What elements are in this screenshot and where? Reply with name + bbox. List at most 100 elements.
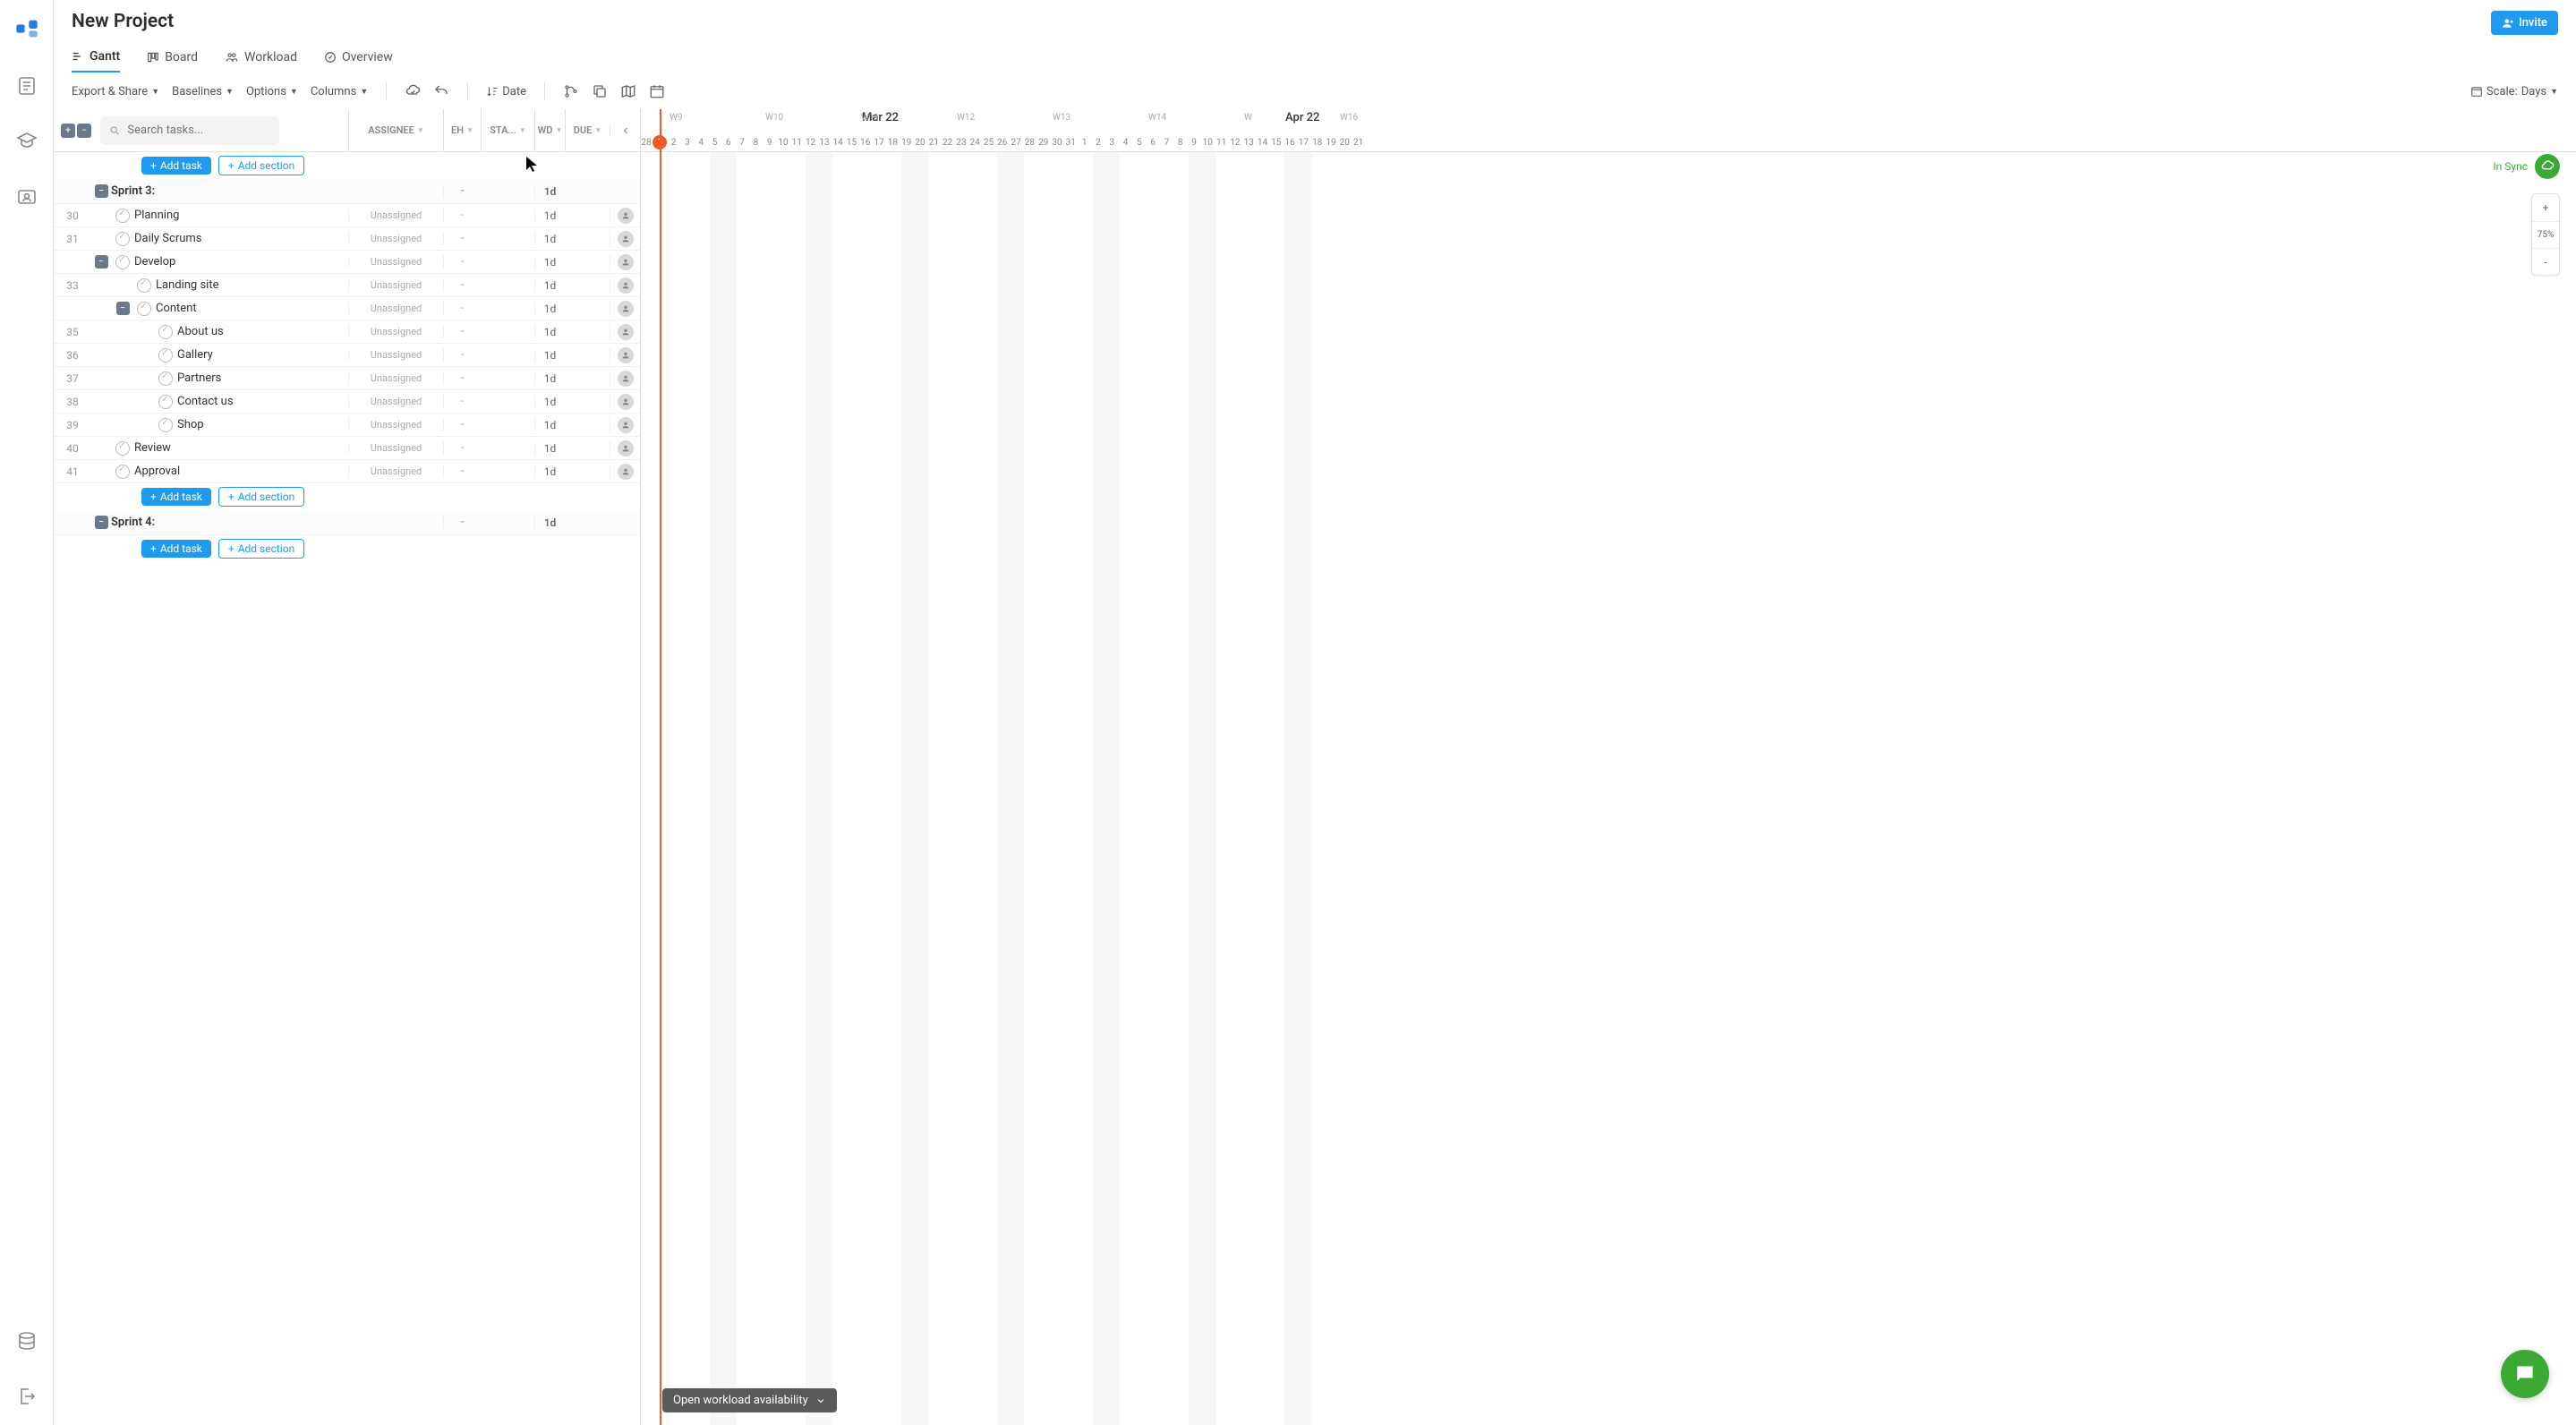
task-name[interactable]: Planning bbox=[134, 209, 348, 222]
search-input[interactable] bbox=[127, 124, 270, 137]
add-section-button[interactable]: +Add section bbox=[218, 156, 304, 175]
cloud-sync-icon[interactable] bbox=[405, 83, 421, 99]
task-check-icon[interactable] bbox=[115, 441, 130, 456]
task-row[interactable]: 39ShopUnassigned-1d bbox=[54, 414, 640, 437]
copy-icon[interactable] bbox=[592, 83, 608, 99]
logout-icon[interactable] bbox=[16, 1386, 38, 1407]
scale-selector[interactable]: Scale: Days ▼ bbox=[2470, 85, 2558, 98]
task-name[interactable]: Daily Scrums bbox=[134, 232, 348, 245]
task-check-icon[interactable] bbox=[115, 255, 130, 269]
task-assignee[interactable]: Unassigned bbox=[348, 372, 443, 384]
date-sort-button[interactable]: Date bbox=[486, 85, 526, 98]
avatar-icon[interactable] bbox=[618, 417, 634, 433]
branch-icon[interactable] bbox=[563, 83, 579, 99]
task-check-icon[interactable] bbox=[158, 348, 173, 363]
col-header-status[interactable]: STA...▼ bbox=[481, 109, 534, 151]
tab-gantt[interactable]: Gantt bbox=[72, 42, 120, 73]
task-row[interactable]: 35About usUnassigned-1d bbox=[54, 320, 640, 344]
task-assignee[interactable]: Unassigned bbox=[348, 209, 443, 221]
columns-button[interactable]: Columns▼ bbox=[311, 85, 368, 98]
zoom-out-button[interactable]: - bbox=[2532, 248, 2559, 275]
avatar-icon[interactable] bbox=[618, 277, 634, 294]
task-check-icon[interactable] bbox=[137, 302, 151, 316]
options-button[interactable]: Options▼ bbox=[246, 85, 298, 98]
expand-all-button[interactable]: + bbox=[61, 124, 75, 138]
add-section-button[interactable]: +Add section bbox=[218, 487, 304, 507]
task-assignee[interactable]: Unassigned bbox=[348, 442, 443, 454]
section-row[interactable]: − Sprint 4: - 1d bbox=[54, 510, 640, 535]
task-assignee[interactable]: Unassigned bbox=[348, 419, 443, 431]
task-assignee[interactable]: Unassigned bbox=[348, 465, 443, 477]
task-check-icon[interactable] bbox=[158, 371, 173, 386]
add-section-button[interactable]: +Add section bbox=[218, 539, 304, 559]
avatar-icon[interactable] bbox=[618, 464, 634, 480]
collapse-toggle[interactable]: − bbox=[95, 255, 108, 269]
task-check-icon[interactable] bbox=[115, 209, 130, 223]
avatar-icon[interactable] bbox=[618, 394, 634, 410]
task-row[interactable]: 33Landing siteUnassigned-1d bbox=[54, 274, 640, 297]
collapse-all-button[interactable]: − bbox=[77, 124, 91, 138]
map-icon[interactable] bbox=[620, 83, 636, 99]
tab-board[interactable]: Board bbox=[147, 42, 198, 73]
sync-icon[interactable] bbox=[2535, 154, 2560, 179]
collapse-toggle[interactable]: − bbox=[95, 184, 108, 198]
task-name[interactable]: Partners bbox=[177, 371, 348, 385]
task-row[interactable]: 36GalleryUnassigned-1d bbox=[54, 344, 640, 367]
task-row[interactable]: 40ReviewUnassigned-1d bbox=[54, 437, 640, 460]
logo-icon[interactable] bbox=[14, 16, 39, 41]
scroll-left-button[interactable] bbox=[610, 125, 640, 136]
task-row[interactable]: −ContentUnassigned-1d bbox=[54, 297, 640, 320]
search-box[interactable] bbox=[100, 116, 279, 145]
tab-overview[interactable]: Overview bbox=[324, 42, 393, 73]
avatar-icon[interactable] bbox=[618, 301, 634, 317]
tab-workload[interactable]: Workload bbox=[225, 42, 297, 73]
section-row[interactable]: − Sprint 3: - 1d bbox=[54, 179, 640, 204]
task-assignee[interactable]: Unassigned bbox=[348, 279, 443, 291]
collapse-toggle[interactable]: − bbox=[116, 302, 130, 315]
task-assignee[interactable]: Unassigned bbox=[348, 326, 443, 337]
add-task-button[interactable]: +Add task bbox=[141, 157, 211, 175]
avatar-icon[interactable] bbox=[618, 324, 634, 340]
invite-button[interactable]: Invite bbox=[2491, 11, 2558, 35]
chat-fab[interactable] bbox=[2501, 1350, 2549, 1398]
add-task-button[interactable]: +Add task bbox=[141, 540, 211, 558]
projects-icon[interactable] bbox=[16, 75, 38, 97]
calendar-icon[interactable] bbox=[649, 83, 665, 99]
task-check-icon[interactable] bbox=[115, 465, 130, 479]
task-name[interactable]: Gallery bbox=[177, 348, 348, 362]
task-assignee[interactable]: Unassigned bbox=[348, 349, 443, 361]
learn-icon[interactable] bbox=[16, 131, 38, 152]
task-name[interactable]: Review bbox=[134, 441, 348, 455]
task-row[interactable]: 37PartnersUnassigned-1d bbox=[54, 367, 640, 390]
avatar-icon[interactable] bbox=[618, 231, 634, 247]
avatar-icon[interactable] bbox=[618, 208, 634, 224]
task-row[interactable]: −DevelopUnassigned-1d bbox=[54, 251, 640, 274]
baselines-button[interactable]: Baselines▼ bbox=[172, 85, 234, 98]
task-check-icon[interactable] bbox=[158, 395, 173, 409]
task-check-icon[interactable] bbox=[158, 325, 173, 339]
task-row[interactable]: 30PlanningUnassigned-1d bbox=[54, 204, 640, 227]
avatar-icon[interactable] bbox=[618, 347, 634, 363]
task-name[interactable]: Approval bbox=[134, 465, 348, 478]
task-check-icon[interactable] bbox=[115, 232, 130, 246]
task-check-icon[interactable] bbox=[137, 278, 151, 293]
task-row[interactable]: 41ApprovalUnassigned-1d bbox=[54, 460, 640, 483]
export-share-button[interactable]: Export & Share▼ bbox=[72, 85, 159, 98]
task-assignee[interactable]: Unassigned bbox=[348, 396, 443, 407]
undo-icon[interactable] bbox=[433, 83, 449, 99]
avatar-icon[interactable] bbox=[618, 254, 634, 270]
task-name[interactable]: Contact us bbox=[177, 395, 348, 408]
task-name[interactable]: Content bbox=[156, 302, 348, 315]
section-name[interactable]: Sprint 3: bbox=[111, 184, 348, 198]
task-row[interactable]: 38Contact usUnassigned-1d bbox=[54, 390, 640, 414]
task-assignee[interactable]: Unassigned bbox=[348, 233, 443, 244]
section-name[interactable]: Sprint 4: bbox=[111, 516, 348, 529]
task-name[interactable]: Landing site bbox=[156, 278, 348, 292]
task-check-icon[interactable] bbox=[158, 418, 173, 432]
collapse-toggle[interactable]: − bbox=[95, 516, 108, 529]
workload-availability-button[interactable]: Open workload availability bbox=[662, 1388, 837, 1412]
task-name[interactable]: Develop bbox=[134, 255, 348, 269]
add-task-button[interactable]: +Add task bbox=[141, 488, 211, 506]
avatar-icon[interactable] bbox=[618, 440, 634, 457]
timeline[interactable]: Mar 22Apr 22 W9W10W11W12W13W14WW16 28123… bbox=[641, 109, 2576, 1425]
